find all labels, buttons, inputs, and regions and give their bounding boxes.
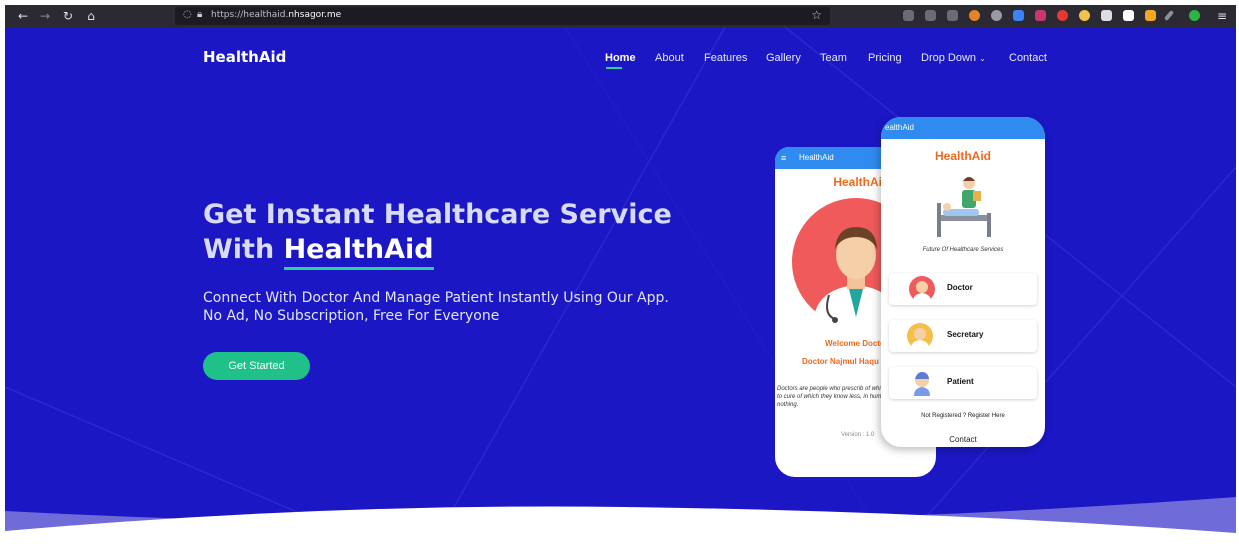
address-bar[interactable]: ◌ 🔒︎ https://healthaid.nhsagor.me ☆	[175, 7, 830, 25]
background-lines	[5, 27, 1236, 541]
register-link[interactable]: Not Registered ? Register Here	[881, 413, 1045, 419]
secretary-icon	[907, 323, 933, 349]
hero-headline-brand-text: HealthAid	[283, 234, 434, 265]
welcome-text: Welcome Docto	[825, 339, 885, 348]
hero-headline-text: Get Instant Healthcare Service With	[203, 199, 672, 265]
hero-subheadline: Connect With Doctor And Manage Patient I…	[203, 290, 669, 324]
sidebar-icon[interactable]	[947, 10, 958, 21]
nav-features[interactable]: Features	[704, 52, 747, 64]
nav-about[interactable]: About	[655, 52, 684, 64]
extension-icon[interactable]	[1145, 10, 1156, 21]
role-patient-card[interactable]: Patient	[889, 367, 1037, 399]
extension-icon[interactable]	[1013, 10, 1024, 21]
extension-icon[interactable]	[969, 10, 980, 21]
role-secretary-label: Secretary	[947, 330, 984, 339]
site-logo[interactable]: HealthAid	[203, 48, 286, 66]
hero-section: HealthAid Home About Features Gallery Te…	[5, 27, 1236, 541]
tagline: Future Of Healthcare Services	[922, 247, 1004, 253]
extension-icon[interactable]	[991, 10, 1002, 21]
extension-icon[interactable]	[1035, 10, 1046, 21]
nav-gallery[interactable]: Gallery	[766, 52, 801, 64]
extension-icon[interactable]	[1123, 10, 1134, 21]
patient-icon	[914, 372, 930, 396]
browser-toolbar: ← → ↻ ⌂ ◌ 🔒︎ https://healthaid.nhsagor.m…	[5, 5, 1236, 27]
nav-home[interactable]: Home	[605, 52, 636, 64]
reload-icon[interactable]: ↻	[60, 8, 76, 24]
nav-dropdown-label: Drop Down	[921, 52, 977, 64]
app-title: HealthAid	[934, 149, 991, 163]
nav-active-indicator	[606, 67, 622, 69]
hospital-bed-illustration	[937, 177, 991, 237]
version-text: Version : 1.0	[841, 432, 875, 438]
library-icon[interactable]	[925, 10, 936, 21]
hero-headline: Get Instant Healthcare Service With Heal…	[203, 197, 723, 270]
nav-team[interactable]: Team	[820, 52, 847, 64]
role-patient-label: Patient	[947, 377, 974, 386]
extension-icon[interactable]	[1189, 10, 1200, 21]
app-bar-title: ealthAid	[885, 123, 914, 132]
lock-icon[interactable]: 🔒︎	[197, 9, 202, 20]
bottom-wave	[5, 497, 1236, 541]
hamburger-icon: ≡	[781, 153, 787, 163]
doctor-name: Doctor Najmul Haqu	[802, 357, 879, 366]
menu-icon[interactable]: ≡	[1214, 8, 1230, 24]
get-started-button[interactable]: Get Started	[203, 352, 310, 380]
chevron-down-icon: ⌄	[979, 54, 986, 63]
doctor-icon	[909, 276, 935, 302]
url-text: https://healthaid.nhsagor.me	[211, 10, 342, 20]
phone-mockup-roles: ealthAid HealthAid Future Of Healthcare …	[881, 117, 1045, 447]
extension-icon[interactable]	[1101, 10, 1112, 21]
browser-window: ← → ↻ ⌂ ◌ 🔒︎ https://healthaid.nhsagor.m…	[5, 5, 1236, 541]
home-icon[interactable]: ⌂	[83, 8, 99, 24]
role-doctor-label: Doctor	[947, 283, 973, 292]
pocket-icon[interactable]	[903, 10, 914, 21]
contact-link[interactable]: Contact	[881, 435, 1045, 444]
back-icon[interactable]: ←	[15, 8, 31, 24]
shield-icon[interactable]: ◌	[183, 9, 192, 20]
hero-headline-brand: HealthAid	[283, 232, 434, 270]
extension-icon[interactable]	[1079, 10, 1090, 21]
app-bar-title: HealthAid	[799, 153, 834, 162]
headline-underline	[283, 267, 434, 270]
role-secretary-card[interactable]: Secretary	[889, 320, 1037, 352]
nav-dropdown[interactable]: Drop Down ⌄	[921, 52, 986, 64]
app-bar: ealthAid	[881, 117, 1045, 139]
nav-contact[interactable]: Contact	[1009, 52, 1047, 64]
extension-icon[interactable]	[1057, 10, 1068, 21]
bookmark-star-icon[interactable]: ☆	[811, 8, 822, 22]
extension-icon[interactable]	[1163, 10, 1175, 21]
role-doctor-card[interactable]: Doctor	[889, 273, 1037, 305]
forward-icon[interactable]: →	[37, 8, 53, 24]
nav-pricing[interactable]: Pricing	[868, 52, 902, 64]
